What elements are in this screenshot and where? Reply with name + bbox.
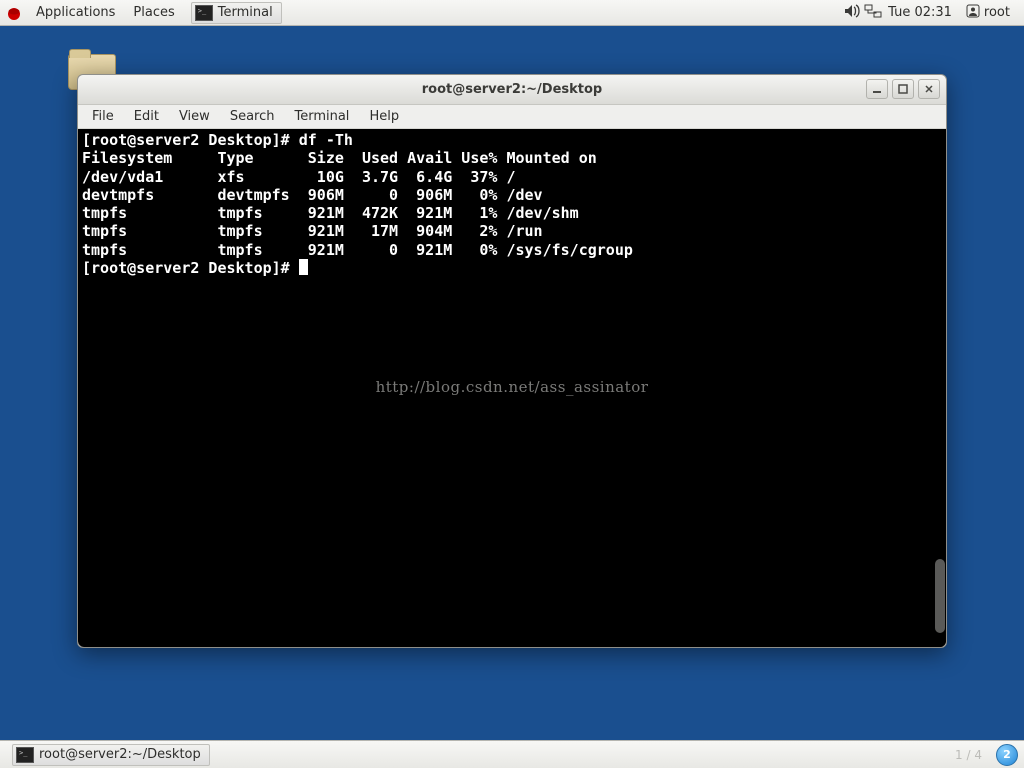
watermark-text: http://blog.csdn.net/ass_assinator: [376, 378, 649, 396]
output-row: tmpfs tmpfs 921M 17M 904M 2% /run: [82, 222, 543, 240]
output-row: tmpfs tmpfs 921M 0 921M 0% /sys/fs/cgrou…: [82, 241, 633, 259]
output-row: /dev/vda1 xfs 10G 3.7G 6.4G 37% /: [82, 168, 515, 186]
applications-menu[interactable]: Applications: [28, 2, 123, 23]
command: df -Th: [299, 131, 353, 149]
user-icon: [962, 1, 980, 25]
terminal-body[interactable]: [root@server2 Desktop]# df -Th Filesyste…: [78, 129, 946, 647]
prompt: [root@server2 Desktop]#: [82, 259, 299, 277]
places-menu[interactable]: Places: [125, 2, 182, 23]
menu-edit[interactable]: Edit: [124, 106, 169, 127]
bottom-panel: root@server2:~/Desktop 1 / 4 2: [0, 740, 1024, 768]
panel-task-terminal[interactable]: Terminal: [191, 2, 282, 24]
window-controls: [866, 79, 940, 99]
network-icon[interactable]: [860, 1, 878, 25]
prompt: [root@server2 Desktop]#: [82, 131, 299, 149]
close-button[interactable]: [918, 79, 940, 99]
taskbar-item-terminal[interactable]: root@server2:~/Desktop: [12, 744, 210, 766]
maximize-button[interactable]: [892, 79, 914, 99]
window-title: root@server2:~/Desktop: [422, 82, 602, 97]
top-panel: Applications Places Terminal Tue 02:31 r…: [0, 0, 1024, 26]
menu-help[interactable]: Help: [359, 106, 409, 127]
output-row: tmpfs tmpfs 921M 472K 921M 1% /dev/shm: [82, 204, 579, 222]
terminal-icon: [195, 5, 213, 21]
menu-file[interactable]: File: [82, 106, 124, 127]
menubar: File Edit View Search Terminal Help: [78, 105, 946, 129]
user-menu[interactable]: root: [982, 2, 1018, 23]
workspace-switcher[interactable]: 2: [996, 744, 1018, 766]
terminal-window: root@server2:~/Desktop File Edit View Se…: [77, 74, 947, 648]
taskbar-item-label: root@server2:~/Desktop: [39, 747, 201, 762]
menu-view[interactable]: View: [169, 106, 220, 127]
scrollbar[interactable]: [934, 129, 946, 647]
volume-icon[interactable]: [840, 1, 858, 25]
menu-search[interactable]: Search: [220, 106, 285, 127]
panel-task-label: Terminal: [218, 5, 273, 20]
clock[interactable]: Tue 02:31: [880, 2, 960, 23]
terminal-icon: [16, 747, 34, 763]
cursor: [299, 259, 308, 275]
menu-terminal[interactable]: Terminal: [284, 106, 359, 127]
scrollbar-thumb[interactable]: [935, 559, 945, 633]
pager-text: 1 / 4: [955, 748, 982, 762]
output-header: Filesystem Type Size Used Avail Use% Mou…: [82, 149, 597, 167]
titlebar[interactable]: root@server2:~/Desktop: [78, 75, 946, 105]
redhat-logo-icon: [6, 5, 22, 21]
minimize-button[interactable]: [866, 79, 888, 99]
output-row: devtmpfs devtmpfs 906M 0 906M 0% /dev: [82, 186, 543, 204]
